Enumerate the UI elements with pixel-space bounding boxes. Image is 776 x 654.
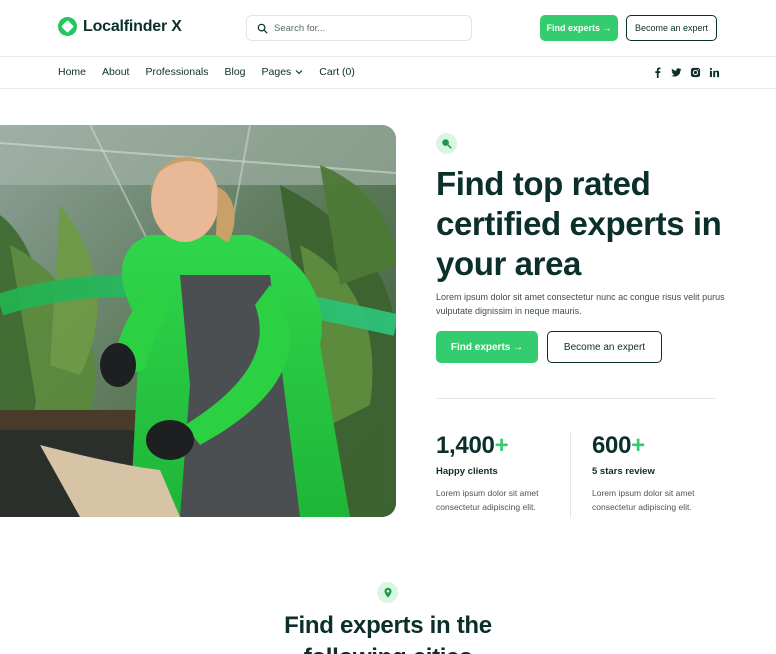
search-input[interactable] [274, 22, 464, 34]
facebook-icon[interactable] [652, 67, 663, 78]
search-box[interactable] [246, 15, 472, 41]
search-badge [436, 133, 457, 154]
nav-item-professionals[interactable]: Professionals [145, 66, 208, 78]
chevron-down-icon [295, 70, 303, 75]
twitter-icon[interactable] [671, 67, 682, 78]
stat-description: Lorem ipsum dolor sit amet consectetur a… [436, 488, 539, 512]
cities-section-title: Find experts in the following cities [284, 612, 492, 654]
divider [436, 398, 716, 399]
stat-reviews: 600+ 5 stars review Lorem ipsum dolor si… [592, 432, 722, 514]
hero-title: Find top rated certified experts in your… [436, 165, 722, 282]
search-icon [442, 139, 452, 149]
nav-item-about[interactable]: About [102, 66, 129, 78]
hero-subtitle: Lorem ipsum dolor sit amet consectetur n… [436, 292, 725, 316]
search-icon [257, 23, 268, 33]
main-nav: Home About Professionals Blog Pages Cart… [0, 57, 776, 89]
gardener-photo [0, 125, 396, 517]
logo[interactable]: Localfinder X [58, 17, 182, 36]
nav-item-label: Pages [261, 66, 292, 78]
header-become-expert-button[interactable]: Become an expert [626, 15, 717, 41]
linkedin-icon[interactable] [709, 67, 720, 78]
top-header: Localfinder X Find experts → Become an e… [0, 0, 776, 57]
nav-item-blog[interactable]: Blog [225, 66, 246, 78]
nav-item-label: Blog [224, 66, 246, 78]
location-badge [377, 582, 398, 603]
nav-item-home[interactable]: Home [58, 66, 86, 78]
nav-item-label: Home [58, 66, 87, 78]
hero-find-experts-button[interactable]: Find experts → [436, 331, 538, 363]
location-pin-icon [384, 587, 391, 597]
nav-item-label: About [102, 66, 130, 78]
stat-divider [570, 432, 571, 518]
instagram-icon[interactable] [690, 67, 701, 78]
stat-number: 1,400+ [436, 432, 509, 459]
header-find-experts-button[interactable]: Find experts → [540, 15, 618, 41]
hero-image [0, 125, 396, 517]
stat-number: 600+ [592, 432, 645, 459]
stat-label: Happy clients [436, 466, 498, 477]
stat-description: Lorem ipsum dolor sit amet consectetur a… [592, 488, 695, 512]
stat-happy-clients: 1,400+ Happy clients Lorem ipsum dolor s… [436, 432, 566, 514]
hero-become-expert-button[interactable]: Become an expert [547, 331, 662, 363]
logo-text: Localfinder X [83, 17, 182, 35]
social-links [652, 67, 720, 78]
logo-icon [58, 17, 77, 36]
nav-item-label: Professionals [145, 66, 209, 78]
nav-item-cart[interactable]: Cart (0) [319, 66, 355, 78]
nav-item-pages[interactable]: Pages [262, 66, 304, 78]
nav-item-label: Cart (0) [319, 66, 355, 78]
stat-label: 5 stars review [592, 466, 655, 477]
